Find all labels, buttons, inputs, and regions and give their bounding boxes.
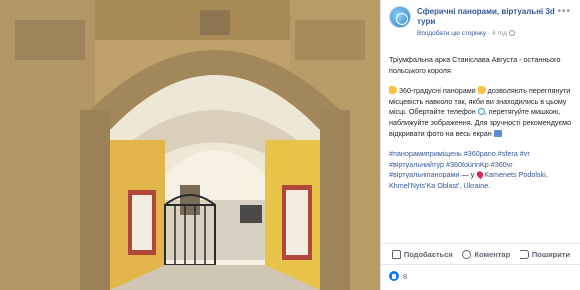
swirl-icon: [477, 108, 485, 116]
post-title: Тріумфальна арка Станіслава Августа - ос…: [389, 55, 561, 75]
share-button[interactable]: Поширити: [519, 249, 571, 259]
page-avatar-icon[interactable]: [389, 6, 411, 28]
like-reaction-icon: [389, 271, 399, 281]
comment-icon: [462, 249, 472, 259]
share-icon: [519, 249, 529, 259]
arch-photo-illustration: [0, 0, 380, 290]
fullscreen-icon: [493, 129, 502, 137]
location-suffix: .: [488, 180, 491, 190]
like-button[interactable]: Подобається: [391, 249, 453, 259]
pointing-hand-icon: [389, 86, 397, 95]
like-page-link[interactable]: Вподобати цю сторінку: [417, 30, 486, 37]
description-part-1: 360-градусні панорами: [397, 86, 478, 96]
post-panel: Сферичні панорами, віртуальні 3d тури Вп…: [380, 0, 580, 290]
like-button-label: Подобається: [403, 249, 453, 259]
reaction-count: 8: [403, 271, 408, 281]
more-horizontal-icon[interactable]: •••: [557, 6, 571, 17]
post-body: Тріумфальна арка Станіслава Августа - ос…: [389, 55, 575, 202]
globe-icon: [508, 30, 515, 36]
page-name-link[interactable]: Сферичні панорами, віртуальні 3d тури: [417, 7, 567, 27]
post-hashtags: #панорамиприміщень #360pano #sfera #vr #…: [389, 149, 575, 191]
post-meta: Вподобати цю сторінку · 4 год: [417, 30, 567, 37]
post-time[interactable]: 4 год: [492, 30, 507, 37]
post-description: 360-градусні панорами дозволяють перегля…: [389, 86, 575, 139]
comment-button-label: Коментар: [474, 249, 511, 259]
reactions-summary[interactable]: 8: [389, 271, 407, 281]
location-prefix: — у: [459, 170, 477, 180]
post-actions-bar: Подобається Коментар Поширити: [381, 243, 580, 265]
post-photo[interactable]: [0, 0, 380, 290]
comment-button[interactable]: Коментар: [462, 249, 511, 259]
pointing-hand-left-icon: [477, 86, 486, 95]
thumbs-up-icon: [391, 249, 401, 259]
post-header: Сферичні панорами, віртуальні 3d тури Вп…: [389, 6, 575, 46]
share-button-label: Поширити: [531, 249, 571, 259]
